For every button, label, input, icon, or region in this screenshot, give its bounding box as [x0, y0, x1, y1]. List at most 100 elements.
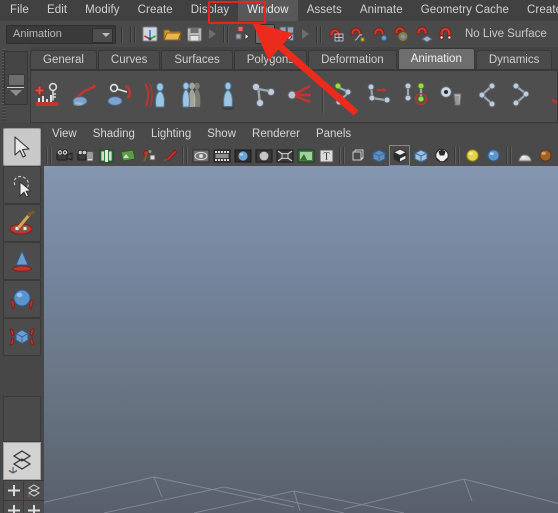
- viewport-menu-shading[interactable]: Shading: [85, 124, 143, 145]
- disconnect-joint-icon[interactable]: [508, 80, 542, 114]
- viewport-menu-view[interactable]: View: [44, 124, 85, 145]
- gate-mask-icon[interactable]: [254, 146, 273, 165]
- connect-joint-icon[interactable]: [544, 80, 557, 114]
- shelf-separator: [322, 80, 323, 113]
- shelf-tab-deformation[interactable]: Deformation: [308, 50, 397, 70]
- layout-two-pane-stacked[interactable]: [23, 480, 45, 501]
- default-light-icon[interactable]: [463, 146, 482, 165]
- skeleton-figure-icon[interactable]: [213, 80, 247, 114]
- snap-to-point-icon[interactable]: [370, 24, 390, 44]
- menu-item-window[interactable]: Window: [238, 0, 298, 21]
- viewport-menu-panels[interactable]: Panels: [308, 124, 359, 145]
- shelf-tab-general[interactable]: General: [30, 50, 97, 70]
- ghost-selected-icon[interactable]: [141, 80, 175, 114]
- reroot-skeleton-icon[interactable]: [400, 80, 434, 114]
- all-lights-icon[interactable]: [484, 146, 503, 165]
- shelf-tab-surfaces[interactable]: Surfaces: [161, 50, 233, 70]
- layout-two-pane-side[interactable]: [3, 480, 25, 501]
- perspective-viewport[interactable]: [44, 166, 558, 513]
- shelf-tab-handle[interactable]: [4, 51, 28, 105]
- ik-spline-handle-icon[interactable]: [328, 80, 362, 114]
- status-line-toolbar: Animation No Live Surface: [0, 21, 558, 48]
- viewport-menu-lighting[interactable]: Lighting: [143, 124, 199, 145]
- bookmark-icon[interactable]: [97, 146, 116, 165]
- shelf-tab-animation[interactable]: Animation: [397, 48, 475, 70]
- move-tool[interactable]: [3, 242, 41, 280]
- shelf-tab-curves[interactable]: Curves: [97, 50, 161, 70]
- wireframe-on-shaded-icon[interactable]: [191, 146, 210, 165]
- viewport-menu-renderer[interactable]: Renderer: [244, 124, 308, 145]
- ik-handle-tool-icon[interactable]: [285, 80, 319, 114]
- toolbar-grip-2[interactable]: [223, 25, 229, 43]
- menu-item-display[interactable]: Display: [182, 0, 238, 21]
- scene-lights-icon[interactable]: [515, 146, 534, 165]
- viewport-toolbar-grip[interactable]: [46, 147, 52, 164]
- text-overlay-icon[interactable]: T: [317, 146, 336, 165]
- shelf-dropdown-triangle-icon[interactable]: [10, 90, 22, 96]
- smooth-shade-textured-icon[interactable]: [389, 145, 410, 166]
- exposure-icon[interactable]: [275, 146, 294, 165]
- menu-item-geometry-cache[interactable]: Geometry Cache: [412, 0, 518, 21]
- insert-joint-tool-icon[interactable]: [364, 80, 398, 114]
- film-gate-icon[interactable]: [212, 146, 231, 165]
- layout-single-perspective[interactable]: [3, 442, 41, 480]
- menu-item-create[interactable]: Create: [129, 0, 182, 21]
- menu-item-animate[interactable]: Animate: [351, 0, 412, 21]
- selection-mask-expand-icon[interactable]: [302, 29, 309, 39]
- flat-shade-icon[interactable]: [411, 146, 430, 165]
- menu-item-edit[interactable]: Edit: [38, 0, 76, 21]
- two-sided-lighting-icon[interactable]: [139, 146, 158, 165]
- camera-attributes-icon[interactable]: [76, 146, 95, 165]
- set-driven-key-icon[interactable]: [69, 80, 103, 114]
- select-by-object-type-icon[interactable]: [255, 24, 275, 44]
- paint-select-tool[interactable]: [3, 204, 41, 242]
- wireframe-shading-icon[interactable]: [348, 146, 367, 165]
- snap-to-curve-icon[interactable]: [348, 24, 368, 44]
- chevron-down-icon[interactable]: [92, 27, 113, 43]
- set-breakdown-key-icon[interactable]: [105, 80, 139, 114]
- set-key-icon[interactable]: [33, 80, 67, 114]
- xray-icon[interactable]: [296, 146, 315, 165]
- lasso-select-tool[interactable]: [3, 166, 41, 204]
- save-scene-icon[interactable]: [184, 24, 204, 44]
- snap-to-projected-center-icon[interactable]: [392, 24, 412, 44]
- smooth-shade-all-icon[interactable]: [369, 146, 388, 165]
- rotate-tool[interactable]: [3, 280, 41, 318]
- menu-set-dropdown[interactable]: Animation: [6, 24, 116, 44]
- snap-to-view-plane-icon[interactable]: [414, 24, 434, 44]
- layout-preset-blank[interactable]: [3, 396, 41, 442]
- mirror-joint-icon[interactable]: [436, 80, 470, 114]
- open-folder-icon[interactable]: [162, 24, 182, 44]
- joint-tool-icon[interactable]: [249, 80, 283, 114]
- menu-item-assets[interactable]: Assets: [298, 0, 351, 21]
- shelf-expand-arrow-icon[interactable]: [209, 29, 216, 39]
- layout-three-pane[interactable]: [23, 500, 45, 513]
- shelf-tab-bar: General Curves Surfaces Polygons Deformation…: [30, 47, 558, 70]
- shelf-tab-polygons[interactable]: Polygons: [233, 50, 308, 70]
- toolbar-grip-3[interactable]: [316, 25, 322, 43]
- grease-pencil-icon[interactable]: [160, 146, 179, 165]
- menu-item-modify[interactable]: Modify: [76, 0, 128, 21]
- snap-to-grid-icon[interactable]: [326, 24, 346, 44]
- shadows-icon[interactable]: [536, 146, 555, 165]
- scale-tool[interactable]: [3, 318, 41, 356]
- scene-axis-icon[interactable]: [140, 24, 160, 44]
- select-tool[interactable]: [3, 128, 41, 166]
- remove-joint-icon[interactable]: [472, 80, 506, 114]
- create-deformer-icon[interactable]: [177, 80, 211, 114]
- menu-item-file[interactable]: File: [0, 0, 38, 21]
- viewport-menu-show[interactable]: Show: [199, 124, 244, 145]
- select-by-component-type-icon[interactable]: [277, 24, 297, 44]
- shelf-handle-knob: [8, 74, 25, 86]
- shelf-collapse-panel[interactable]: [0, 47, 31, 123]
- toolbar-grip-1[interactable]: [130, 25, 136, 43]
- shelf-tab-dynamics[interactable]: Dynamics: [475, 50, 553, 70]
- select-camera-icon[interactable]: [55, 146, 74, 165]
- make-live-icon[interactable]: [436, 24, 456, 44]
- image-plane-icon[interactable]: [118, 146, 137, 165]
- select-by-hierarchy-icon[interactable]: [233, 24, 253, 44]
- checker-shade-icon[interactable]: [432, 146, 451, 165]
- layout-four-pane[interactable]: [3, 500, 25, 513]
- resolution-gate-icon[interactable]: [233, 146, 252, 165]
- menu-item-create-deformers[interactable]: Create Deformers: [518, 0, 558, 21]
